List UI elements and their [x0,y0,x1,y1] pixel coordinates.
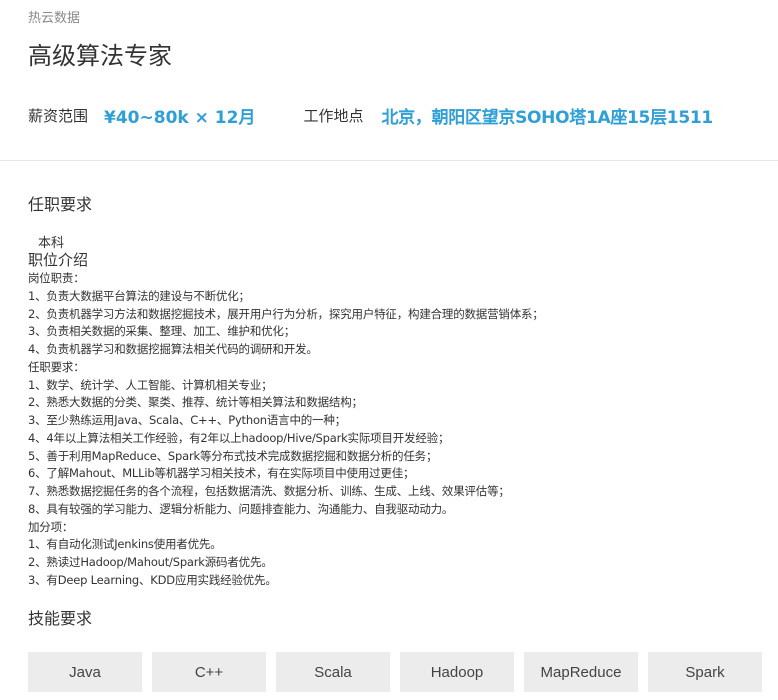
job-title: 高级算法专家 [28,42,172,70]
description-line: 任职要求： [28,359,85,374]
company-name: 热云数据 [28,11,81,26]
salary-value: ¥40~80k × 12月 [104,107,256,128]
requirements-title: 任职要求 [28,195,93,214]
description-line: 1、数学、统计学、人工智能、计算机相关专业； [28,377,273,392]
description-line: 4、负责机器学习和数据挖掘算法相关代码的调研和开发。 [28,342,318,356]
description-line: 6、了解Mahout、MLLib等机器学习相关技术，有在实际项目中使用过更佳； [28,466,415,481]
description-line: 3、有Deep Learning、KDD应用实践经验优先。 [28,572,277,587]
description-line: 1、负责大数据平台算法的建设与不断优化； [28,288,250,303]
location-label: 工作地点 [303,106,364,125]
description-line: 7、熟悉数据挖掘任务的各个流程，包括数据清洗、数据分析、训练、生成、上线、效果评… [28,484,510,498]
skill-tag[interactable]: Scala [276,652,390,692]
header-divider [0,160,778,161]
skills-title: 技能要求 [28,609,93,628]
description-line: 3、至少熟练运用Java、Scala、C++、Python语言中的一种； [28,413,346,427]
description-line: 3、负责相关数据的采集、整理、加工、维护和优化； [28,324,296,339]
skill-tag[interactable]: Hadoop [400,652,514,692]
skill-tag[interactable]: Java [28,652,142,692]
description-line: 岗位职责： [28,271,85,285]
job-meta: 薪资范围 ¥40~80k × 12月 工作地点 北京，朝阳区望京SOHO塔1A座… [28,100,773,130]
intro-title: 职位介绍 [28,251,89,269]
skill-tag[interactable]: C++ [152,652,266,692]
salary-label: 薪资范围 [28,106,89,125]
description-line: 1、有自动化测试Jenkins使用者优先。 [28,537,222,552]
description-line: 2、熟读过Hadoop/Mahout/Spark源码者优先。 [28,555,273,569]
description-line: 加分项： [28,519,74,534]
description-line: 8、具有较强的学习能力、逻辑分析能力、问题排查能力、沟通能力、自我驱动动力。 [28,501,454,516]
job-description: 岗位职责： 1、负责大数据平台算法的建设与不断优化； 2、负责机器学习方法和数据挖掘… [28,270,768,590]
description-line: 2、熟悉大数据的分类、聚类、推荐、统计等相关算法和数据结构； [28,395,363,410]
skill-tags: Java C++ Scala Hadoop MapReduce Spark [28,652,762,692]
location-value: 北京，朝阳区望京SOHO塔1A座15层1511 [381,107,713,128]
skill-tag[interactable]: Spark [648,652,762,692]
skill-tag[interactable]: MapReduce [524,652,638,692]
description-line: 4、4年以上算法相关工作经验，有2年以上hadoop/Hive/Spark实际项… [28,430,450,445]
description-line: 2、负责机器学习方法和数据挖掘技术，展开用户行为分析，探究用户特征，构建合理的数… [28,306,544,321]
description-line: 5、善于利用MapReduce、Spark等分布式技术完成数据挖掘和数据分析的任… [28,448,438,463]
